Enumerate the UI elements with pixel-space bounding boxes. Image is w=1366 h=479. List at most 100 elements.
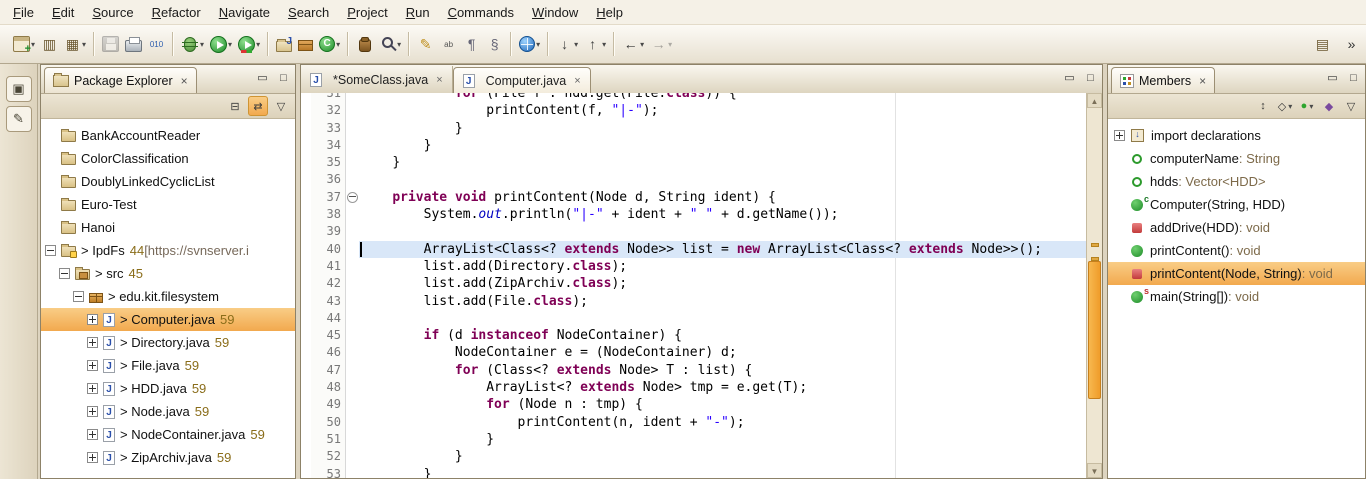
tree-item-ipdfs[interactable]: > IpdFs44 [https://svnserver.i — [41, 239, 295, 262]
new-java-project-button[interactable] — [274, 34, 294, 55]
code-text[interactable]: } — [359, 137, 1087, 154]
menu-item-help[interactable]: Help — [587, 1, 632, 24]
menu-item-search[interactable]: Search — [279, 1, 338, 24]
fold-collapse-icon[interactable] — [347, 192, 358, 203]
open-web-browser-button[interactable]: ▾ — [517, 33, 542, 55]
code-text[interactable]: } — [359, 448, 1087, 465]
tree-item-hdd-java[interactable]: > HDD.java59 — [41, 377, 295, 400]
forward-button[interactable]: →▾ — [648, 33, 674, 56]
members-view-menu-button[interactable]: ▽ — [1342, 97, 1360, 115]
collapse-all-button[interactable]: ⊟ — [226, 97, 244, 115]
code-text[interactable] — [359, 171, 1087, 188]
tree-item-doublylinkedcycliclist[interactable]: DoublyLinkedCyclicList — [41, 170, 295, 193]
close-tab-icon[interactable]: × — [574, 75, 580, 87]
tree-item-colorclassification[interactable]: ColorClassification — [41, 147, 295, 170]
checkout-project-button[interactable]: ▥ — [39, 33, 60, 56]
hide-static-button[interactable]: ●▾ — [1298, 97, 1316, 115]
code-text[interactable] — [359, 223, 1087, 240]
link-with-editor-button[interactable]: ⇄ — [248, 96, 268, 116]
member-item-printcontent[interactable]: printContent() : void — [1108, 239, 1365, 262]
member-item-adddrive-hdd[interactable]: addDrive(HDD) : void — [1108, 216, 1365, 239]
tree-item-hanoi[interactable]: Hanoi — [41, 216, 295, 239]
mark-occurrences-button[interactable]: ✎ — [415, 33, 436, 56]
new-project-button[interactable]: ▦▾ — [62, 33, 88, 56]
print-button[interactable] — [123, 34, 144, 55]
scroll-down-icon[interactable]: ▼ — [1087, 463, 1102, 478]
code-text[interactable]: } — [359, 154, 1087, 171]
spelling-button[interactable]: ab — [438, 33, 459, 56]
menu-item-run[interactable]: Run — [397, 1, 439, 24]
code-text[interactable]: printContent(f, "|-"); — [359, 102, 1087, 119]
menu-item-navigate[interactable]: Navigate — [210, 1, 279, 24]
member-item-printcontent-node-string[interactable]: printContent(Node, String) : void — [1108, 262, 1365, 285]
menu-item-source[interactable]: Source — [83, 1, 142, 24]
package-explorer-view-tab[interactable]: Package Explorer × — [44, 67, 197, 93]
member-item-hdds[interactable]: hdds : Vector<HDD> — [1108, 170, 1365, 193]
new-wizard-button[interactable]: ▾ — [11, 33, 37, 55]
member-item-main-string[interactable]: smain(String[]) : void — [1108, 285, 1365, 308]
build-binary-button[interactable]: 010 — [146, 33, 167, 56]
tree-item-ziparchiv-java[interactable]: > ZipArchiv.java59 — [41, 446, 295, 469]
expand-icon[interactable] — [1114, 130, 1125, 141]
expand-icon[interactable] — [87, 452, 98, 463]
fast-view-editor-button[interactable]: ✎ — [6, 106, 32, 132]
menu-item-project[interactable]: Project — [338, 1, 396, 24]
expand-icon[interactable] — [87, 314, 98, 325]
hide-fields-button[interactable]: ◇▾ — [1276, 97, 1294, 115]
next-annotation-button[interactable]: ↓▾ — [554, 33, 580, 56]
code-text[interactable]: System.out.println("|-" + ident + " " + … — [359, 206, 1087, 223]
sort-button[interactable]: ↕ — [1254, 97, 1272, 115]
search-button[interactable]: ▾ — [378, 33, 403, 55]
close-tab-icon[interactable]: × — [436, 74, 442, 86]
maximize-button[interactable]: □ — [275, 70, 292, 87]
run-button[interactable]: ▾ — [208, 33, 234, 56]
collapse-icon[interactable] — [45, 245, 56, 256]
tree-item-computer-java[interactable]: > Computer.java59 — [41, 308, 295, 331]
code-text[interactable]: for (Node n : tmp) { — [359, 396, 1087, 413]
expand-icon[interactable] — [87, 383, 98, 394]
code-text[interactable]: } — [359, 431, 1087, 448]
toolbar-overflow-button[interactable]: » — [1341, 33, 1362, 56]
back-button[interactable]: ←▾ — [620, 33, 646, 56]
code-text[interactable]: } — [359, 466, 1087, 478]
member-item-computername[interactable]: computerName : String — [1108, 147, 1365, 170]
code-text[interactable]: } — [359, 120, 1087, 137]
code-text[interactable]: for (Class<? extends Node> T : list) { — [359, 362, 1087, 379]
tree-item-nodecontainer-java[interactable]: > NodeContainer.java59 — [41, 423, 295, 446]
close-view-icon[interactable]: × — [1199, 74, 1206, 88]
tree-item-edu-kit-filesystem[interactable]: > edu.kit.filesystem — [41, 285, 295, 308]
collapse-icon[interactable] — [59, 268, 70, 279]
expand-icon[interactable] — [87, 406, 98, 417]
export-jar-button[interactable] — [354, 34, 376, 55]
save-button[interactable] — [100, 33, 121, 55]
hide-nonpublic-button[interactable]: ◆ — [1320, 97, 1338, 115]
members-view-tab[interactable]: Members × — [1111, 67, 1215, 93]
coverage-button[interactable]: ▾ — [236, 33, 262, 56]
tree-item-directory-java[interactable]: > Directory.java59 — [41, 331, 295, 354]
tree-item-src[interactable]: > src45 — [41, 262, 295, 285]
minimize-button[interactable]: ▭ — [1324, 70, 1341, 87]
collapse-icon[interactable] — [73, 291, 84, 302]
tree-item-node-java[interactable]: > Node.java59 — [41, 400, 295, 423]
pin-editor-button[interactable]: ▤ — [1312, 33, 1333, 56]
menu-item-edit[interactable]: Edit — [43, 1, 83, 24]
code-viewport[interactable]: 31 for (File f : hdd.get(File.class)) {3… — [301, 93, 1087, 478]
member-item-computer-string-hdd[interactable]: cComputer(String, HDD) — [1108, 193, 1365, 216]
code-text[interactable]: ArrayList<Class<? extends Node>> list = … — [359, 241, 1087, 258]
code-text[interactable]: printContent(n, ident + "-"); — [359, 414, 1087, 431]
new-class-button[interactable]: ▾ — [317, 33, 342, 55]
close-view-icon[interactable]: × — [181, 74, 188, 88]
occurrence-marker[interactable] — [1091, 243, 1099, 247]
editor-tab-computer-java[interactable]: Computer.java× — [453, 67, 591, 93]
format-marks-button[interactable]: § — [484, 33, 505, 56]
code-text[interactable]: NodeContainer e = (NodeContainer) d; — [359, 344, 1087, 361]
maximize-button[interactable]: □ — [1082, 70, 1099, 87]
code-text[interactable]: ArrayList<? extends Node> tmp = e.get(T)… — [359, 379, 1087, 396]
menu-item-file[interactable]: File — [4, 1, 43, 24]
code-text[interactable]: private void printContent(Node d, String… — [359, 189, 1087, 206]
code-text[interactable]: if (d instanceof NodeContainer) { — [359, 327, 1087, 344]
menu-item-commands[interactable]: Commands — [439, 1, 523, 24]
view-menu-button[interactable]: ▽ — [272, 97, 290, 115]
editor-vertical-scrollbar[interactable]: ▲ ▼ — [1086, 93, 1102, 478]
show-whitespace-button[interactable]: ¶ — [461, 33, 482, 56]
